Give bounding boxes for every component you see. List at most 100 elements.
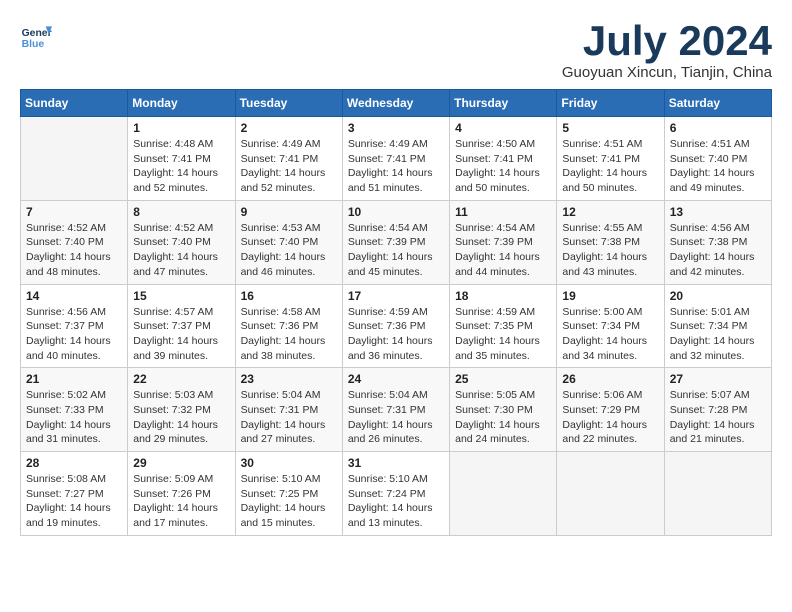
day-number: 17 xyxy=(348,289,444,303)
day-info: Sunrise: 4:48 AM Sunset: 7:41 PM Dayligh… xyxy=(133,137,229,196)
week-row-4: 21Sunrise: 5:02 AM Sunset: 7:33 PM Dayli… xyxy=(21,368,772,452)
day-number: 8 xyxy=(133,205,229,219)
day-number: 25 xyxy=(455,372,551,386)
day-number: 23 xyxy=(241,372,337,386)
calendar-cell: 21Sunrise: 5:02 AM Sunset: 7:33 PM Dayli… xyxy=(21,368,128,452)
calendar-cell: 9 Sunrise: 4:53 AM Sunset: 7:40 PM Daylig… xyxy=(235,200,342,284)
day-number: 28 xyxy=(26,456,122,470)
day-header-wednesday: Wednesday xyxy=(342,90,449,117)
day-info: Sunrise: 4:56 AM Sunset: 7:37 PM Dayligh… xyxy=(26,305,122,364)
day-header-friday: Friday xyxy=(557,90,664,117)
day-header-thursday: Thursday xyxy=(450,90,557,117)
day-number: 24 xyxy=(348,372,444,386)
day-header-saturday: Saturday xyxy=(664,90,771,117)
day-info: Sunrise: 5:00 AM Sunset: 7:34 PM Dayligh… xyxy=(562,305,658,364)
calendar-cell: 25 Sunrise: 5:05 AM Sunset: 7:30 PM Dayli… xyxy=(450,368,557,452)
calendar-cell xyxy=(21,117,128,201)
day-header-tuesday: Tuesday xyxy=(235,90,342,117)
day-info: Sunrise: 5:04 AM Sunset: 7:31 PM Dayligh… xyxy=(348,388,444,447)
calendar-cell: 30 Sunrise: 5:10 AM Sunset: 7:25 PM Dayli… xyxy=(235,452,342,536)
day-info: Sunrise: 5:07 AM Sunset: 7:28 PM Dayligh… xyxy=(670,388,766,447)
title-block: July 2024 Guoyuan Xincun, Tianjin, China xyxy=(562,20,772,81)
day-number: 31 xyxy=(348,456,444,470)
day-number: 19 xyxy=(562,289,658,303)
calendar-cell: 22Sunrise: 5:03 AM Sunset: 7:32 PM Dayli… xyxy=(128,368,235,452)
calendar-cell xyxy=(557,452,664,536)
day-number: 26 xyxy=(562,372,658,386)
calendar-cell: 14 Sunrise: 4:56 AM Sunset: 7:37 PM Dayli… xyxy=(21,284,128,368)
day-info: Sunrise: 5:02 AM Sunset: 7:33 PM Dayligh… xyxy=(26,388,122,447)
calendar-cell: 7 Sunrise: 4:52 AM Sunset: 7:40 PM Daylig… xyxy=(21,200,128,284)
day-number: 30 xyxy=(241,456,337,470)
day-info: Sunrise: 4:52 AM Sunset: 7:40 PM Dayligh… xyxy=(133,221,229,280)
week-row-5: 28Sunrise: 5:08 AM Sunset: 7:27 PM Dayli… xyxy=(21,452,772,536)
calendar-cell xyxy=(664,452,771,536)
day-number: 14 xyxy=(26,289,122,303)
day-number: 9 xyxy=(241,205,337,219)
day-info: Sunrise: 5:05 AM Sunset: 7:30 PM Dayligh… xyxy=(455,388,551,447)
calendar-cell: 24 Sunrise: 5:04 AM Sunset: 7:31 PM Dayli… xyxy=(342,368,449,452)
calendar-body: 1Sunrise: 4:48 AM Sunset: 7:41 PM Daylig… xyxy=(21,117,772,536)
calendar-cell: 12 Sunrise: 4:55 AM Sunset: 7:38 PM Dayli… xyxy=(557,200,664,284)
day-number: 20 xyxy=(670,289,766,303)
calendar-cell: 17 Sunrise: 4:59 AM Sunset: 7:36 PM Dayli… xyxy=(342,284,449,368)
day-number: 15 xyxy=(133,289,229,303)
day-info: Sunrise: 4:51 AM Sunset: 7:40 PM Dayligh… xyxy=(670,137,766,196)
day-info: Sunrise: 4:56 AM Sunset: 7:38 PM Dayligh… xyxy=(670,221,766,280)
day-info: Sunrise: 4:52 AM Sunset: 7:40 PM Dayligh… xyxy=(26,221,122,280)
logo: General Blue xyxy=(20,20,52,52)
calendar-table: SundayMondayTuesdayWednesdayThursdayFrid… xyxy=(20,89,772,536)
day-info: Sunrise: 4:59 AM Sunset: 7:36 PM Dayligh… xyxy=(348,305,444,364)
day-info: Sunrise: 5:10 AM Sunset: 7:25 PM Dayligh… xyxy=(241,472,337,531)
calendar-cell: 6 Sunrise: 4:51 AM Sunset: 7:40 PM Daylig… xyxy=(664,117,771,201)
subtitle: Guoyuan Xincun, Tianjin, China xyxy=(562,64,772,81)
day-info: Sunrise: 5:04 AM Sunset: 7:31 PM Dayligh… xyxy=(241,388,337,447)
day-number: 12 xyxy=(562,205,658,219)
day-info: Sunrise: 4:54 AM Sunset: 7:39 PM Dayligh… xyxy=(348,221,444,280)
calendar-cell: 16 Sunrise: 4:58 AM Sunset: 7:36 PM Dayli… xyxy=(235,284,342,368)
week-row-2: 7 Sunrise: 4:52 AM Sunset: 7:40 PM Daylig… xyxy=(21,200,772,284)
calendar-cell: 4Sunrise: 4:50 AM Sunset: 7:41 PM Daylig… xyxy=(450,117,557,201)
calendar-cell: 23 Sunrise: 5:04 AM Sunset: 7:31 PM Dayli… xyxy=(235,368,342,452)
day-info: Sunrise: 4:59 AM Sunset: 7:35 PM Dayligh… xyxy=(455,305,551,364)
day-number: 3 xyxy=(348,121,444,135)
day-info: Sunrise: 4:58 AM Sunset: 7:36 PM Dayligh… xyxy=(241,305,337,364)
calendar-cell: 20 Sunrise: 5:01 AM Sunset: 7:34 PM Dayli… xyxy=(664,284,771,368)
week-row-1: 1Sunrise: 4:48 AM Sunset: 7:41 PM Daylig… xyxy=(21,117,772,201)
day-info: Sunrise: 4:57 AM Sunset: 7:37 PM Dayligh… xyxy=(133,305,229,364)
calendar-cell: 15 Sunrise: 4:57 AM Sunset: 7:37 PM Dayli… xyxy=(128,284,235,368)
day-number: 16 xyxy=(241,289,337,303)
day-number: 27 xyxy=(670,372,766,386)
day-info: Sunrise: 4:55 AM Sunset: 7:38 PM Dayligh… xyxy=(562,221,658,280)
calendar-cell: 3 Sunrise: 4:49 AM Sunset: 7:41 PM Daylig… xyxy=(342,117,449,201)
day-number: 7 xyxy=(26,205,122,219)
calendar-cell: 8 Sunrise: 4:52 AM Sunset: 7:40 PM Daylig… xyxy=(128,200,235,284)
day-number: 22 xyxy=(133,372,229,386)
calendar-cell: 28Sunrise: 5:08 AM Sunset: 7:27 PM Dayli… xyxy=(21,452,128,536)
day-header-sunday: Sunday xyxy=(21,90,128,117)
day-number: 5 xyxy=(562,121,658,135)
day-info: Sunrise: 4:54 AM Sunset: 7:39 PM Dayligh… xyxy=(455,221,551,280)
day-info: Sunrise: 4:53 AM Sunset: 7:40 PM Dayligh… xyxy=(241,221,337,280)
calendar-cell: 5 Sunrise: 4:51 AM Sunset: 7:41 PM Daylig… xyxy=(557,117,664,201)
day-info: Sunrise: 4:50 AM Sunset: 7:41 PM Dayligh… xyxy=(455,137,551,196)
day-info: Sunrise: 4:49 AM Sunset: 7:41 PM Dayligh… xyxy=(348,137,444,196)
calendar-cell: 26Sunrise: 5:06 AM Sunset: 7:29 PM Dayli… xyxy=(557,368,664,452)
week-row-3: 14 Sunrise: 4:56 AM Sunset: 7:37 PM Dayli… xyxy=(21,284,772,368)
day-info: Sunrise: 5:01 AM Sunset: 7:34 PM Dayligh… xyxy=(670,305,766,364)
page-header: General Blue July 2024 Guoyuan Xincun, T… xyxy=(20,20,772,81)
day-number: 11 xyxy=(455,205,551,219)
day-info: Sunrise: 5:10 AM Sunset: 7:24 PM Dayligh… xyxy=(348,472,444,531)
day-info: Sunrise: 4:51 AM Sunset: 7:41 PM Dayligh… xyxy=(562,137,658,196)
calendar-cell: 13Sunrise: 4:56 AM Sunset: 7:38 PM Dayli… xyxy=(664,200,771,284)
day-number: 6 xyxy=(670,121,766,135)
day-info: Sunrise: 4:49 AM Sunset: 7:41 PM Dayligh… xyxy=(241,137,337,196)
svg-text:Blue: Blue xyxy=(22,39,45,50)
month-title: July 2024 xyxy=(562,20,772,62)
calendar-cell: 18 Sunrise: 4:59 AM Sunset: 7:35 PM Dayli… xyxy=(450,284,557,368)
logo-icon: General Blue xyxy=(20,20,52,52)
day-number: 29 xyxy=(133,456,229,470)
calendar-cell: 27 Sunrise: 5:07 AM Sunset: 7:28 PM Dayli… xyxy=(664,368,771,452)
day-number: 18 xyxy=(455,289,551,303)
day-number: 2 xyxy=(241,121,337,135)
